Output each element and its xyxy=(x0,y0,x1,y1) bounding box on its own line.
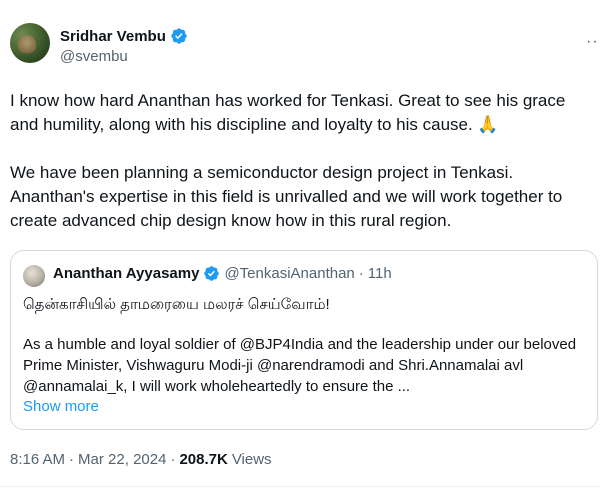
author-handle[interactable]: @svembu xyxy=(60,48,128,65)
meta-separator: · xyxy=(69,451,75,468)
verified-badge-icon xyxy=(171,28,187,44)
verified-badge-icon xyxy=(204,266,220,281)
views-count: 208.7K xyxy=(179,451,228,468)
tweet-text: I know how hard Ananthan has worked for … xyxy=(10,91,566,230)
quoted-author-avatar[interactable] xyxy=(23,265,45,287)
author-name-row: Sridhar Vembu xyxy=(60,27,188,45)
divider xyxy=(0,486,600,487)
quoted-tamil-line: தென்காசியில் தாமரையை மலரச் செய்வோம்! xyxy=(23,296,330,313)
tweet-card: Sridhar Vembu @svembu ··· I know how har… xyxy=(0,0,600,500)
quoted-author-handle[interactable]: @TenkasiAnanthan xyxy=(224,265,354,282)
show-more-link[interactable]: Show more xyxy=(23,398,99,415)
quoted-author-name[interactable]: Ananthan Ayyasamy xyxy=(53,265,199,282)
author-display-name[interactable]: Sridhar Vembu xyxy=(60,28,166,45)
quoted-time[interactable]: 11h xyxy=(368,265,392,282)
views-label: Views xyxy=(231,451,272,468)
quoted-separator: · xyxy=(358,265,364,282)
author-avatar[interactable] xyxy=(10,23,50,63)
tweet-meta: 8:16 AM · Mar 22, 2024 · 208.7K Views xyxy=(10,451,272,468)
tweet-date[interactable]: Mar 22, 2024 xyxy=(78,451,166,468)
more-options-icon[interactable]: ··· xyxy=(586,33,600,51)
tweet-time[interactable]: 8:16 AM xyxy=(10,451,65,468)
meta-separator: · xyxy=(170,451,176,468)
quoted-text: As a humble and loyal soldier of @BJP4In… xyxy=(23,336,581,395)
quoted-tweet[interactable]: Ananthan Ayyasamy @TenkasiAnanthan · 11h… xyxy=(10,250,598,430)
quoted-author-row: Ananthan Ayyasamy @TenkasiAnanthan · 11h xyxy=(53,265,392,282)
